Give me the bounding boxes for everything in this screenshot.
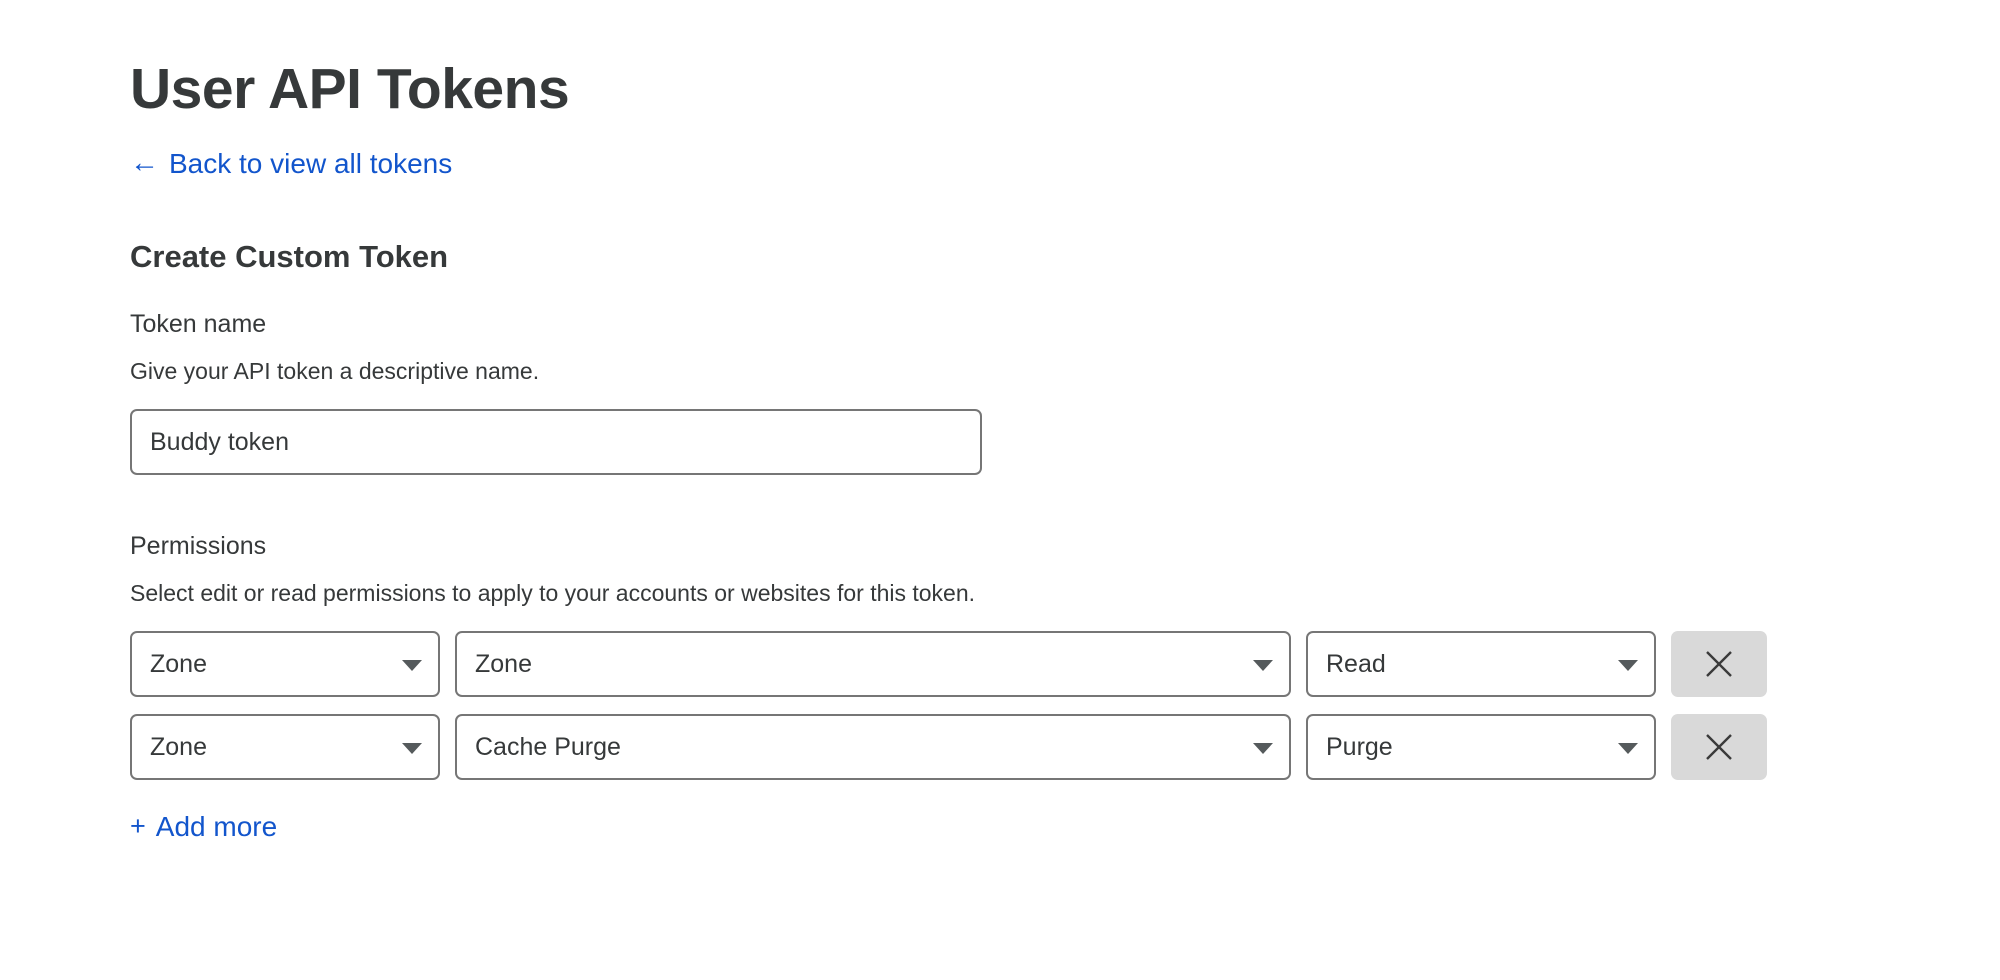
token-name-label: Token name [130,310,267,339]
permission-kind-select-1[interactable]: Cache Purge [455,714,1291,781]
create-custom-token-heading: Create Custom Token [130,238,449,274]
page-title: User API Tokens [130,57,570,121]
remove-permission-button-1[interactable] [1671,714,1767,781]
chevron-down-icon [1253,743,1273,755]
token-name-input[interactable] [130,409,982,476]
permission-scope-value-0: Zone [150,651,207,677]
permission-rows: Zone Zone Read Zone Cache Purge Purge [130,631,2000,781]
page-root: User API Tokens ← Back to view all token… [0,0,2000,980]
close-icon [1706,734,1732,761]
permission-kind-value-1: Cache Purge [475,734,621,760]
token-name-field-group: Token name Give your API token a descrip… [130,275,2000,476]
add-more-permission-link[interactable]: + Add more [130,810,277,844]
permissions-section: Permissions Select edit or read permissi… [130,475,2000,844]
permissions-label: Permissions [130,532,267,561]
permission-access-select-1[interactable]: Purge [1306,714,1656,781]
permission-kind-value-0: Zone [475,651,532,677]
permission-scope-select-0[interactable]: Zone [130,631,440,698]
add-more-label: Add more [155,811,278,843]
chevron-down-icon [1618,660,1638,672]
plus-icon: + [130,810,146,841]
arrow-left-icon: ← [130,146,159,179]
chevron-down-icon [402,660,422,672]
permission-scope-select-1[interactable]: Zone [130,714,440,781]
back-to-tokens-link[interactable]: ← Back to view all tokens [130,147,452,181]
permission-kind-select-0[interactable]: Zone [455,631,1291,698]
close-icon [1706,651,1732,678]
token-name-help-text: Give your API token a descriptive name. [130,358,540,385]
chevron-down-icon [1253,660,1273,672]
permission-scope-value-1: Zone [150,734,207,760]
chevron-down-icon [402,743,422,755]
permission-row: Zone Zone Read [130,631,2000,698]
permission-access-value-1: Purge [1326,734,1393,760]
permission-access-select-0[interactable]: Read [1306,631,1656,698]
permission-access-value-0: Read [1326,651,1386,677]
permissions-help-text: Select edit or read permissions to apply… [130,580,976,607]
back-link-label: Back to view all tokens [169,148,453,180]
remove-permission-button-0[interactable] [1671,631,1767,698]
permission-row: Zone Cache Purge Purge [130,714,2000,781]
chevron-down-icon [1618,743,1638,755]
